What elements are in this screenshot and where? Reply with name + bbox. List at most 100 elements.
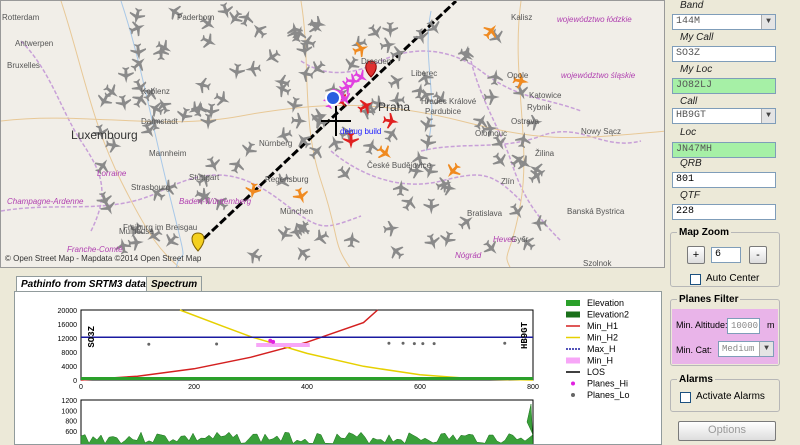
band-select[interactable]: 144M ▼ [672, 14, 776, 30]
right-call-label: HB9GT [520, 322, 530, 350]
city-label: Stuttgart [189, 173, 220, 182]
city-label: Mannheim [149, 149, 187, 158]
city-label: Bratislava [467, 209, 503, 218]
airplane-icon [194, 77, 211, 94]
y-tick-label: 1000 [61, 408, 77, 415]
plane-lo-point [215, 342, 219, 346]
loc-label: Loc [680, 127, 697, 138]
airplane-icon [287, 96, 303, 113]
plane-lo-point [432, 342, 436, 346]
zoom-in-button[interactable]: + [687, 246, 705, 264]
airplane-icon [379, 37, 396, 54]
plane-lo-point [421, 342, 425, 346]
city-label: Regensburg [265, 175, 309, 184]
airplane-icon [343, 231, 360, 248]
city-label: Strasbourg [131, 183, 171, 192]
y-tick-label: 1200 [61, 398, 77, 405]
legend-swatch [566, 357, 580, 364]
x-tick-label: 600 [414, 384, 426, 391]
legend-label: Elevation2 [587, 310, 629, 320]
legend-label: Min_H1 [587, 321, 618, 331]
airplane-icon [130, 43, 147, 60]
loc-field[interactable]: JN47MH [672, 142, 776, 158]
city-label: Darmstadt [141, 117, 178, 126]
map-view[interactable]: © Open Street Map - Mapdata ©2014 Open S… [0, 0, 665, 268]
city-label: Zlín [501, 177, 515, 186]
region-label: Champagne-Ardenne [7, 197, 84, 206]
planes-filter-title: Planes Filter [679, 294, 739, 305]
airplane-icon [313, 229, 330, 245]
call-value: HB9GT [676, 110, 707, 121]
pathinfo-panel: 0 4000 8000 12000 16000 20000 0 200 400 600 800 120… [14, 291, 662, 445]
qtf-field[interactable]: 228 [672, 204, 776, 220]
chevron-down-icon[interactable]: ▼ [761, 15, 775, 29]
region-label: Nógrád [455, 251, 482, 260]
plane-lo-point [147, 342, 151, 346]
map-copyright: © Open Street Map - Mapdata ©2014 Open S… [5, 254, 202, 263]
airplane-icon [115, 94, 132, 111]
airplane-icon [253, 24, 268, 39]
band-value: 144M [676, 16, 701, 27]
airplane-icon [200, 113, 217, 130]
elevation-area [81, 377, 533, 380]
legend-label: Min_H2 [587, 333, 618, 343]
city-label: Rotterdam [2, 13, 40, 22]
options-button[interactable]: Options [678, 421, 776, 441]
tab-pathinfo[interactable]: Pathinfo from SRTM3 data [16, 276, 151, 292]
call-select[interactable]: HB9GT ▼ [672, 108, 776, 124]
y-tick-label: 20000 [58, 308, 78, 315]
band-label: Band [680, 0, 704, 11]
city-label: Nürnberg [259, 139, 293, 148]
min-altitude-field[interactable]: 10000 [727, 318, 760, 334]
airplane-icon [128, 21, 145, 37]
city-label: Žilina [535, 149, 555, 158]
min-cat-select[interactable]: Medium ▼ [718, 341, 774, 357]
myloc-field[interactable]: JO82LJ [672, 78, 776, 94]
airplane-icon [390, 245, 405, 260]
chevron-down-icon[interactable]: ▼ [759, 342, 773, 356]
destination-pin-icon [191, 232, 205, 252]
zoom-out-button[interactable]: - [749, 246, 767, 264]
region-label: Heves [493, 235, 516, 244]
auto-center-label: Auto Center [706, 273, 760, 284]
call-label: Call [680, 96, 698, 107]
legend-label: Planes_Hi [587, 379, 628, 389]
plane-lo-point [412, 342, 416, 346]
region-label: województwo łódzkie [557, 15, 632, 24]
region-label: województwo śląskie [561, 71, 636, 80]
legend-label: Max_H [587, 344, 616, 354]
mycall-field[interactable]: SO3Z [672, 46, 776, 62]
x-tick-label: 400 [301, 384, 313, 391]
plane-lo-point [503, 341, 507, 345]
airplane-icon [457, 47, 473, 62]
legend-swatch [571, 381, 575, 386]
y-tick-label: 8000 [61, 350, 77, 357]
qrb-field[interactable]: 801 [672, 172, 776, 188]
city-label: Bruxelles [7, 61, 40, 70]
airplane-icon [245, 60, 262, 77]
airplane-icon [238, 10, 254, 27]
legend-label: Planes_Lo [587, 390, 630, 400]
x-tick-label: 0 [79, 384, 83, 391]
legend-swatch [571, 393, 575, 397]
city-label: Nowy Sącz [581, 127, 622, 136]
map-zoom-title: Map Zoom [679, 227, 729, 238]
airplane-icon [190, 100, 207, 118]
region-label: Baden-Württemberg [179, 197, 252, 206]
auto-center-checkbox[interactable] [690, 274, 701, 285]
activate-alarms-checkbox[interactable] [680, 392, 691, 403]
airplane-icon [423, 198, 440, 215]
airplane-icon [118, 67, 134, 83]
myloc-label: My Loc [680, 64, 713, 75]
airplane-icon [297, 247, 311, 262]
y-tick-label: 0 [73, 378, 77, 385]
city-label: Banská Bystrica [567, 207, 625, 216]
zoom-level-field[interactable]: 6 [711, 247, 741, 263]
chevron-down-icon[interactable]: ▼ [761, 109, 775, 123]
tab-spectrum[interactable]: Spectrum [146, 276, 203, 292]
airplane-icon [229, 63, 245, 80]
airplane-icon [246, 248, 263, 264]
airplane-icon [213, 90, 230, 106]
mycall-label: My Call [680, 32, 714, 43]
airplane-icon [487, 69, 503, 86]
